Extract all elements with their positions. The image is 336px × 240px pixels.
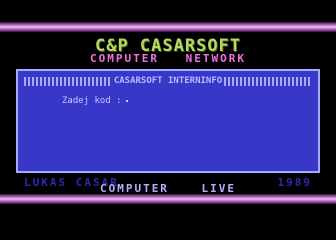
info-window: CASARSOFT INTERNINFO Zadej kod : <box>16 69 320 173</box>
window-title: CASARSOFT INTERNINFO <box>111 75 225 87</box>
logo-subtitle: COMPUTER NETWORK <box>90 52 246 65</box>
bottom-gradient-bar <box>0 194 336 204</box>
code-prompt[interactable]: Zadej kod : <box>62 96 128 106</box>
code-prompt-label: Zadej kod : <box>62 96 122 106</box>
text-cursor <box>125 99 128 102</box>
game-screen: C&P CASARSOFT COMPUTER NETWORK CASARSOFT… <box>0 0 336 240</box>
top-gradient-bar <box>0 22 336 32</box>
